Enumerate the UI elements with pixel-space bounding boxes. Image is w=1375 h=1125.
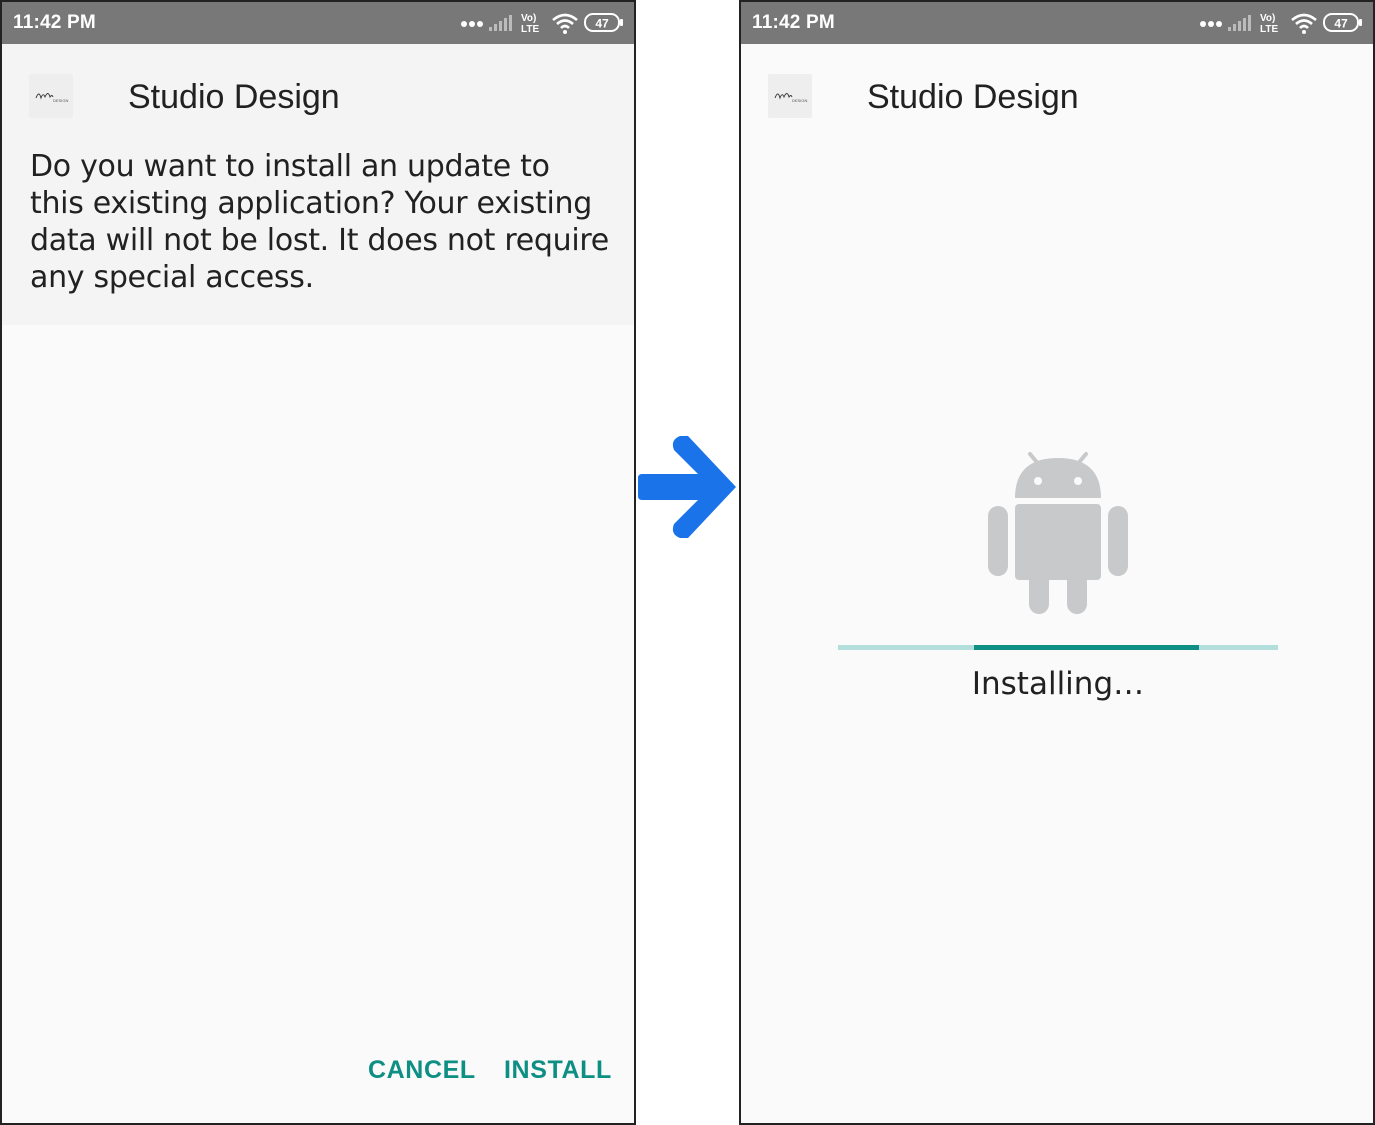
battery-level: 47 xyxy=(595,17,609,31)
wifi-icon xyxy=(1291,13,1317,34)
volte-label: Vo) xyxy=(1260,13,1275,24)
status-bar: 11:42 PM Vo) LTE 47 xyxy=(2,2,634,44)
more-dots-icon xyxy=(461,21,483,27)
app-title: Studio Design xyxy=(128,78,340,116)
install-button[interactable]: INSTALL xyxy=(504,1056,612,1085)
status-time: 11:42 PM xyxy=(752,12,835,33)
signal-icon xyxy=(489,15,512,31)
battery-icon: 47 xyxy=(1323,13,1362,32)
right-phone-screen: 11:42 PM Vo)LTE 47 DESIGN Studio Design xyxy=(739,0,1375,1125)
arrow-right-icon xyxy=(636,430,742,544)
status-icons: Vo) LTE 47 xyxy=(444,10,624,36)
more-dots-icon xyxy=(1200,21,1222,27)
left-phone-screen: 11:42 PM Vo) LTE 47 DESIGN Studio Design … xyxy=(0,0,636,1125)
battery-icon: 47 xyxy=(584,13,623,32)
battery-level: 47 xyxy=(1334,17,1348,31)
status-time: 11:42 PM xyxy=(13,12,96,33)
signal-icon xyxy=(1228,15,1251,31)
install-progress-bar xyxy=(838,645,1278,650)
install-dialog: DESIGN Studio Design Do you want to inst… xyxy=(2,44,634,325)
app-header: DESIGN Studio Design xyxy=(741,44,1373,144)
status-icons: Vo) LTE 47 xyxy=(1183,10,1363,36)
install-update-message: Do you want to install an update to this… xyxy=(30,149,609,295)
app-header: DESIGN Studio Design xyxy=(2,44,634,144)
android-robot-icon xyxy=(988,450,1128,616)
install-progress-fill xyxy=(974,645,1199,650)
volte-lte-icon: Vo)LTE xyxy=(521,13,539,34)
svg-text:DESIGN: DESIGN xyxy=(792,98,807,103)
wifi-icon xyxy=(552,13,578,34)
studio-design-logo-icon: DESIGN xyxy=(29,74,73,118)
svg-text:DESIGN: DESIGN xyxy=(53,98,68,103)
app-title: Studio Design xyxy=(867,78,1079,116)
volte-lte-icon: Vo)LTE xyxy=(1260,13,1278,34)
lte-label: LTE xyxy=(1260,24,1278,34)
cancel-button[interactable]: CANCEL xyxy=(368,1056,476,1085)
lte-label: LTE xyxy=(521,24,539,34)
studio-design-logo-icon: DESIGN xyxy=(768,74,812,118)
installing-status-text: Installing… xyxy=(971,666,1145,702)
status-bar: 11:42 PM Vo) LTE 47 xyxy=(741,2,1373,44)
volte-label: Vo) xyxy=(521,13,536,24)
